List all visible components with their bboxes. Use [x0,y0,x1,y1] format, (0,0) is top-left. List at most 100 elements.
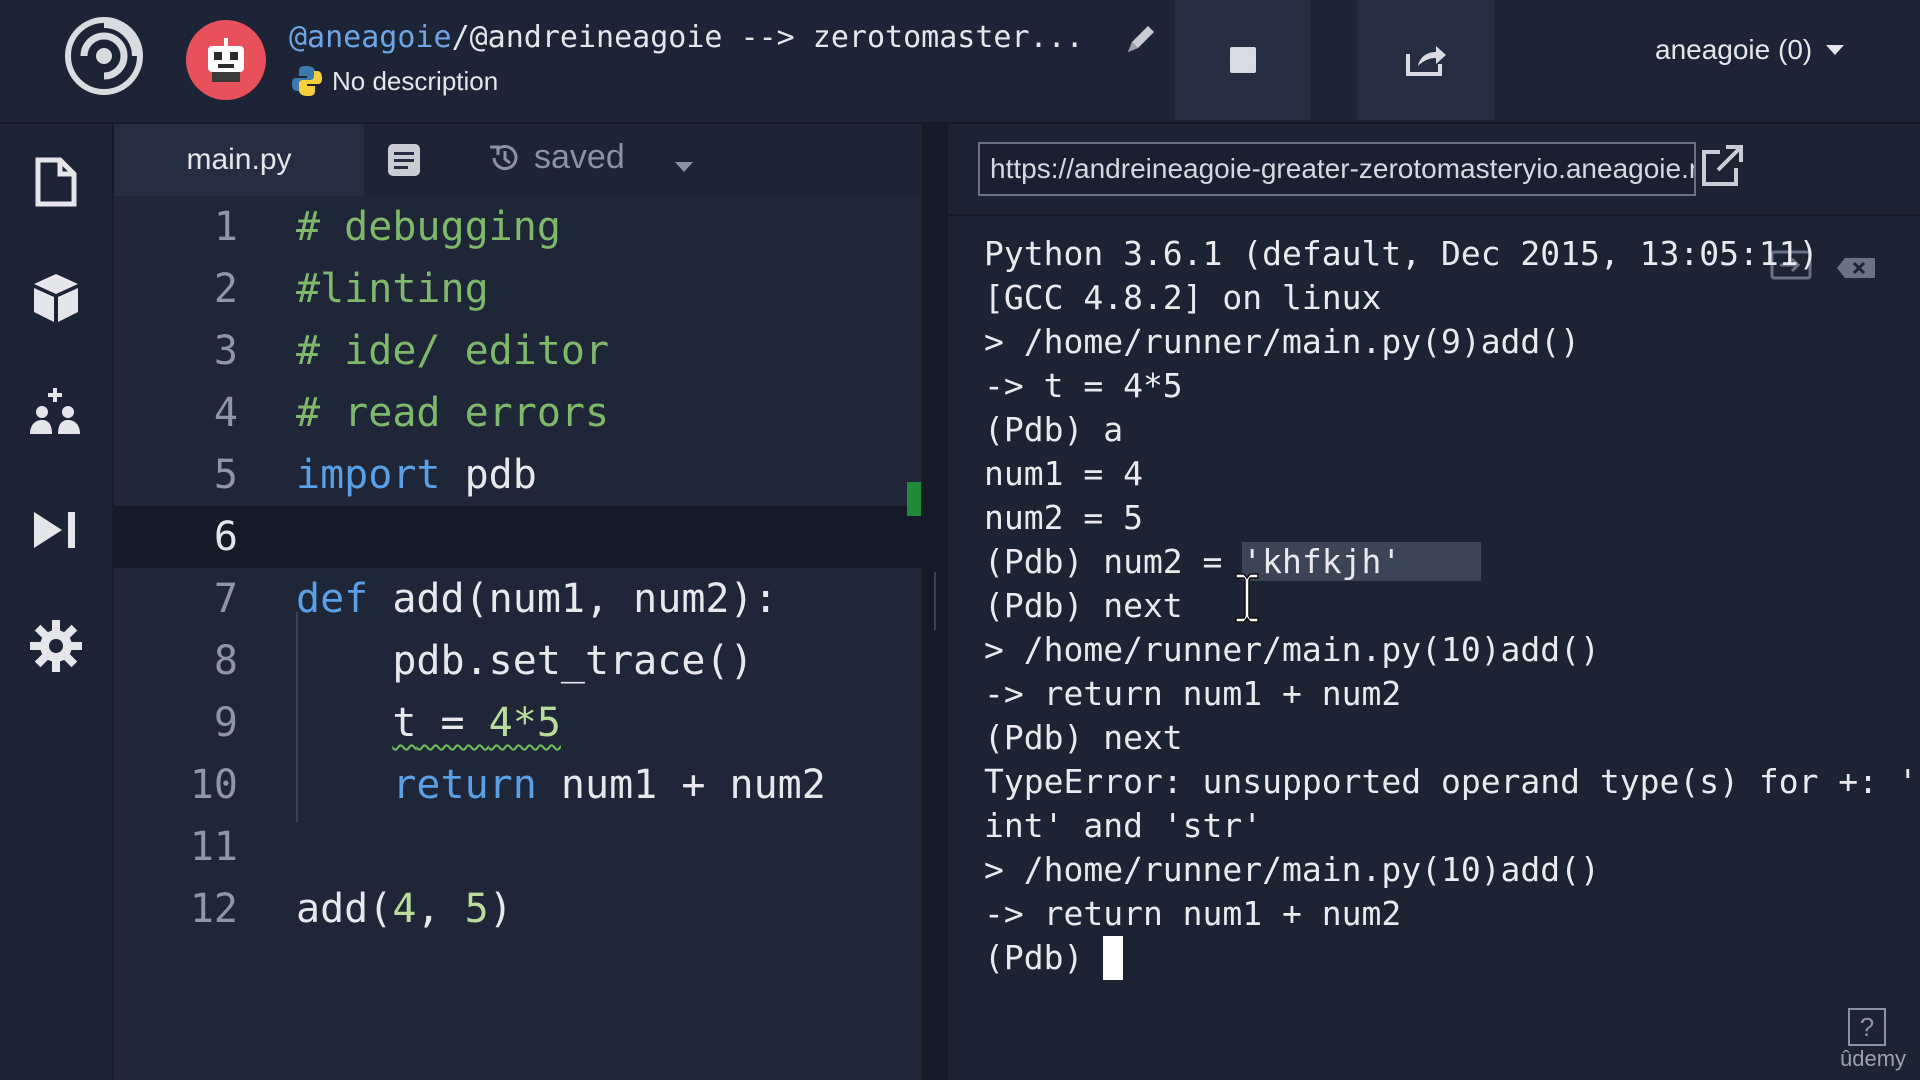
share-icon [1405,46,1446,76]
code-text: add(4, 5) [296,878,513,940]
console-line: (Pdb) num2 = 'khfkjh' [984,540,1918,584]
line-number: 2 [213,266,238,312]
keyword: return [392,762,537,808]
console-line: Python 3.6.1 (default, Dec 2015, 13:05:1… [984,234,1819,273]
text-cursor [1103,936,1124,980]
line-number: 8 [213,638,238,684]
line-number: 4 [213,390,238,436]
code-line: 5 import pdb [114,444,922,506]
console-output: Python 3.6.1 (default, Dec 2015, 13:05:1… [984,232,1918,980]
save-status: saved [486,138,625,177]
line-number: 11 [189,824,238,870]
code-line: 3 # ide/ editor [114,320,922,382]
help-button[interactable]: ? [1848,1008,1886,1046]
repl-owner-link[interactable]: @aneagoie [289,20,452,55]
url-bar: https://andreineagoie-greater-zerotomast… [948,124,1920,216]
python-icon [292,66,322,96]
console-line: (Pdb) next [984,718,1183,757]
chevron-down-icon [1826,45,1845,55]
console-line: (Pdb) next [984,586,1183,625]
files-icon[interactable] [28,154,84,210]
multiplayer-icon[interactable] [28,386,84,442]
line-number: 10 [189,762,238,808]
code-text: pdb.set_trace() [296,638,754,684]
resize-handle[interactable] [934,572,936,630]
ibeam-cursor-icon [1235,573,1259,623]
avatar[interactable] [186,20,266,100]
chevron-down-icon[interactable] [675,162,693,172]
console-line: num1 = 4 [984,454,1143,493]
console-pane[interactable]: https://andreineagoie-greater-zerotomast… [948,124,1920,1080]
repl-description[interactable]: No description [290,64,498,98]
pane-divider[interactable] [922,124,948,1080]
code-token: num1 + num2 [536,762,826,808]
code-token: t [392,700,417,746]
keyword: import [296,452,441,498]
sidebar [0,124,114,1080]
code-line: 12 add(4, 5) [114,878,922,940]
selected-text: 'khfkjh' [1242,542,1402,581]
line-number: 1 [213,204,238,250]
code-token: = [416,700,489,746]
console-line: [GCC 4.8.2] on linux [984,278,1382,317]
code-line: 10 return num1 + num2 [114,754,922,816]
indent-guide [296,612,298,822]
change-marker [907,482,921,516]
lint-warning: t = 4*5 [392,700,561,746]
repl-name: /@andreineagoie --> zerotomaster... [451,20,1084,55]
number-literal: 5 [464,886,489,932]
code-text: return num1 + num2 [296,754,826,816]
replit-logo-icon[interactable] [62,14,146,98]
account-menu[interactable]: aneagoie (0) [1655,34,1845,66]
console-input-line[interactable]: (Pdb) [984,936,1918,980]
code-area[interactable]: 1 # debugging 2 #linting 3 # ide/ editor 4 #… [114,196,922,1080]
code-line: 7 def add(num1, num2): [114,568,922,630]
packages-icon[interactable] [28,270,84,326]
share-button[interactable] [1357,0,1494,120]
console-line: > /home/runner/main.py(10)add() [984,850,1600,889]
robot-avatar-icon [208,38,244,82]
stop-icon [1229,47,1256,73]
console-line: int' and 'str' [984,806,1263,845]
console-line: -> return num1 + num2 [984,894,1402,933]
console-prompt: (Pdb) [984,938,1104,977]
code-line: 8 pdb.set_trace() [114,630,922,692]
number-literal: 4 [392,886,417,932]
code-token: pdb [440,452,537,498]
console-line: (Pdb) a [984,410,1124,449]
code-text: # ide/ editor [296,328,610,374]
console-line: num2 = 5 [984,498,1143,537]
code-text: t = 4*5 [296,692,561,754]
open-external-icon[interactable] [1700,144,1744,188]
udemy-watermark: ûdemy [1840,1046,1907,1071]
repl-title[interactable]: @aneagoie/@andreineagoie --> zerotomaste… [289,20,1084,55]
code-token: add( [296,886,393,932]
account-label: aneagoie (0) [1655,34,1813,65]
code-text: # debugging [296,204,561,250]
number-literal: 4*5 [488,700,561,746]
code-token: ) [488,886,513,932]
gear-icon[interactable] [28,618,84,674]
tab-main-py[interactable]: main.py [114,124,364,196]
code-text: import pdb [296,444,537,506]
line-number: 5 [213,452,238,498]
notes-icon[interactable] [384,140,424,180]
code-line: 4 # read errors [114,382,922,444]
stop-button[interactable] [1175,0,1310,120]
editor-tabs: main.py saved [114,124,922,196]
console-line: > /home/runner/main.py(9)add() [984,322,1581,361]
console-line: -> t = 4*5 [984,366,1183,405]
selection-tail [1401,542,1481,581]
code-editor[interactable]: main.py saved 1 # debugging 2 #linting 3 # … [114,124,938,1080]
code-line: 1 # debugging [114,196,922,258]
line-number: 3 [213,328,238,374]
line-number: 9 [213,700,238,746]
keyword: def [296,576,369,622]
url-field[interactable]: https://andreineagoie-greater-zerotomast… [978,142,1696,196]
console-line: > /home/runner/main.py(10)add() [984,630,1600,669]
line-number: 6 [213,514,238,560]
pencil-icon[interactable] [1124,22,1158,56]
debugger-step-icon[interactable] [28,502,84,558]
code-line-active: 6 [114,506,922,568]
